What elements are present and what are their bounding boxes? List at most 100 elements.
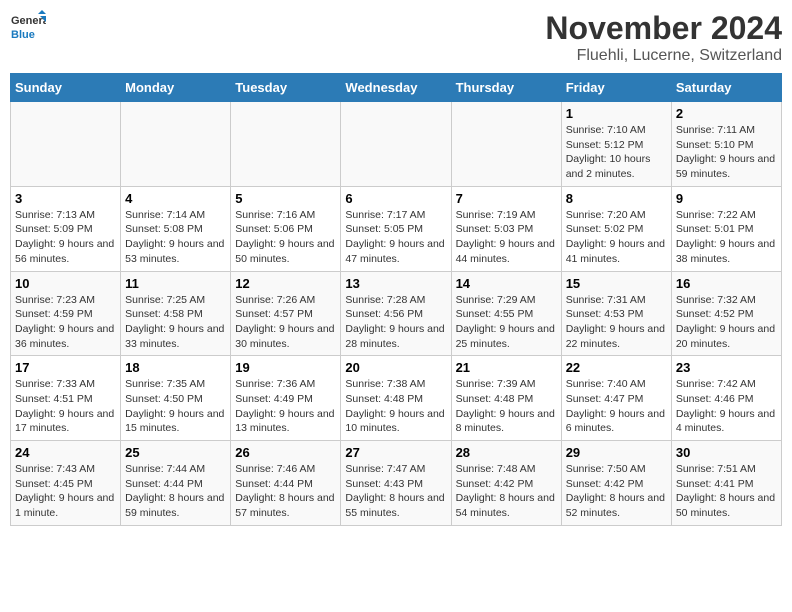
day-info: Sunrise: 7:16 AM Sunset: 5:06 PM Dayligh… [235, 208, 336, 267]
calendar-cell: 23Sunrise: 7:42 AM Sunset: 4:46 PM Dayli… [671, 356, 781, 441]
calendar-cell: 22 Sunrise: 7:40 AM Sunset: 4:47 PM Dayli… [561, 356, 671, 441]
calendar-header: SundayMondayTuesdayWednesdayThursdayFrid… [11, 74, 782, 102]
day-info: Sunrise: 7:11 AM Sunset: 5:10 PM Dayligh… [676, 123, 777, 182]
svg-text:Blue: Blue [11, 29, 35, 41]
day-number: 9 [676, 191, 777, 206]
day-number: 19 [235, 360, 336, 375]
calendar-cell: 26 Sunrise: 7:46 AM Sunset: 4:44 PM Dayli… [231, 441, 341, 526]
day-number: 15 [566, 276, 667, 291]
calendar-cell: 4 Sunrise: 7:14 AM Sunset: 5:08 PM Daylig… [121, 186, 231, 271]
calendar-cell: 30 Sunrise: 7:51 AM Sunset: 4:41 PM Dayli… [671, 441, 781, 526]
day-number: 25 [125, 445, 226, 460]
day-info: Sunrise: 7:25 AM Sunset: 4:58 PM Dayligh… [125, 293, 226, 352]
calendar-week-1: 3Sunrise: 7:13 AM Sunset: 5:09 PM Daylig… [11, 186, 782, 271]
calendar-cell [231, 102, 341, 187]
weekday-header-tuesday: Tuesday [231, 74, 341, 102]
calendar-cell: 16Sunrise: 7:32 AM Sunset: 4:52 PM Dayli… [671, 271, 781, 356]
day-number: 29 [566, 445, 667, 460]
day-info: Sunrise: 7:46 AM Sunset: 4:44 PM Dayligh… [235, 462, 336, 521]
svg-text:General: General [11, 15, 46, 27]
calendar-cell: 17 Sunrise: 7:33 AM Sunset: 4:51 PM Dayli… [11, 356, 121, 441]
day-number: 24 [15, 445, 116, 460]
calendar-cell: 28 Sunrise: 7:48 AM Sunset: 4:42 PM Dayli… [451, 441, 561, 526]
weekday-header-row: SundayMondayTuesdayWednesdayThursdayFrid… [11, 74, 782, 102]
calendar-cell: 24 Sunrise: 7:43 AM Sunset: 4:45 PM Dayli… [11, 441, 121, 526]
day-number: 30 [676, 445, 777, 460]
calendar-cell: 2 Sunrise: 7:11 AM Sunset: 5:10 PM Daylig… [671, 102, 781, 187]
day-info: Sunrise: 7:26 AM Sunset: 4:57 PM Dayligh… [235, 293, 336, 352]
day-number: 17 [15, 360, 116, 375]
calendar-cell [451, 102, 561, 187]
calendar-table: SundayMondayTuesdayWednesdayThursdayFrid… [10, 73, 782, 526]
calendar-cell: 14Sunrise: 7:29 AM Sunset: 4:55 PM Dayli… [451, 271, 561, 356]
day-number: 14 [456, 276, 557, 291]
calendar-week-2: 10 Sunrise: 7:23 AM Sunset: 4:59 PM Dayli… [11, 271, 782, 356]
weekday-header-thursday: Thursday [451, 74, 561, 102]
day-info: Sunrise: 7:44 AM Sunset: 4:44 PM Dayligh… [125, 462, 226, 521]
calendar-cell [11, 102, 121, 187]
calendar-cell [121, 102, 231, 187]
day-number: 21 [456, 360, 557, 375]
calendar-week-3: 17 Sunrise: 7:33 AM Sunset: 4:51 PM Dayli… [11, 356, 782, 441]
day-info: Sunrise: 7:51 AM Sunset: 4:41 PM Dayligh… [676, 462, 777, 521]
calendar-cell: 6 Sunrise: 7:17 AM Sunset: 5:05 PM Daylig… [341, 186, 451, 271]
day-info: Sunrise: 7:33 AM Sunset: 4:51 PM Dayligh… [15, 377, 116, 436]
day-number: 23 [676, 360, 777, 375]
day-number: 20 [345, 360, 446, 375]
day-number: 4 [125, 191, 226, 206]
day-info: Sunrise: 7:14 AM Sunset: 5:08 PM Dayligh… [125, 208, 226, 267]
calendar-week-4: 24 Sunrise: 7:43 AM Sunset: 4:45 PM Dayli… [11, 441, 782, 526]
day-number: 6 [345, 191, 446, 206]
calendar-cell: 25 Sunrise: 7:44 AM Sunset: 4:44 PM Dayli… [121, 441, 231, 526]
calendar-cell: 10 Sunrise: 7:23 AM Sunset: 4:59 PM Dayli… [11, 271, 121, 356]
day-info: Sunrise: 7:17 AM Sunset: 5:05 PM Dayligh… [345, 208, 446, 267]
day-info: Sunrise: 7:10 AM Sunset: 5:12 PM Dayligh… [566, 123, 667, 182]
day-number: 26 [235, 445, 336, 460]
day-number: 8 [566, 191, 667, 206]
day-info: Sunrise: 7:20 AM Sunset: 5:02 PM Dayligh… [566, 208, 667, 267]
day-number: 12 [235, 276, 336, 291]
day-info: Sunrise: 7:43 AM Sunset: 4:45 PM Dayligh… [15, 462, 116, 521]
calendar-cell: 11 Sunrise: 7:25 AM Sunset: 4:58 PM Dayli… [121, 271, 231, 356]
logo: General Blue [10, 10, 46, 46]
calendar-week-0: 1 Sunrise: 7:10 AM Sunset: 5:12 PM Daylig… [11, 102, 782, 187]
day-number: 13 [345, 276, 446, 291]
day-number: 7 [456, 191, 557, 206]
title-area: November 2024 Fluehli, Lucerne, Switzerl… [545, 10, 782, 65]
calendar-cell: 21 Sunrise: 7:39 AM Sunset: 4:48 PM Dayli… [451, 356, 561, 441]
day-info: Sunrise: 7:40 AM Sunset: 4:47 PM Dayligh… [566, 377, 667, 436]
calendar-cell: 19Sunrise: 7:36 AM Sunset: 4:49 PM Dayli… [231, 356, 341, 441]
calendar-cell: 8 Sunrise: 7:20 AM Sunset: 5:02 PM Daylig… [561, 186, 671, 271]
weekday-header-saturday: Saturday [671, 74, 781, 102]
day-number: 1 [566, 106, 667, 121]
logo-svg: General Blue [10, 10, 46, 46]
calendar-cell: 7 Sunrise: 7:19 AM Sunset: 5:03 PM Daylig… [451, 186, 561, 271]
calendar-cell: 18Sunrise: 7:35 AM Sunset: 4:50 PM Dayli… [121, 356, 231, 441]
day-info: Sunrise: 7:50 AM Sunset: 4:42 PM Dayligh… [566, 462, 667, 521]
day-info: Sunrise: 7:23 AM Sunset: 4:59 PM Dayligh… [15, 293, 116, 352]
calendar-cell: 5Sunrise: 7:16 AM Sunset: 5:06 PM Daylig… [231, 186, 341, 271]
day-info: Sunrise: 7:35 AM Sunset: 4:50 PM Dayligh… [125, 377, 226, 436]
header: General Blue November 2024 Fluehli, Luce… [10, 10, 782, 65]
weekday-header-monday: Monday [121, 74, 231, 102]
day-info: Sunrise: 7:31 AM Sunset: 4:53 PM Dayligh… [566, 293, 667, 352]
day-number: 11 [125, 276, 226, 291]
day-info: Sunrise: 7:19 AM Sunset: 5:03 PM Dayligh… [456, 208, 557, 267]
day-number: 27 [345, 445, 446, 460]
calendar-cell: 15 Sunrise: 7:31 AM Sunset: 4:53 PM Dayli… [561, 271, 671, 356]
day-info: Sunrise: 7:39 AM Sunset: 4:48 PM Dayligh… [456, 377, 557, 436]
calendar-cell: 27 Sunrise: 7:47 AM Sunset: 4:43 PM Dayli… [341, 441, 451, 526]
day-number: 3 [15, 191, 116, 206]
day-number: 16 [676, 276, 777, 291]
day-info: Sunrise: 7:47 AM Sunset: 4:43 PM Dayligh… [345, 462, 446, 521]
day-number: 28 [456, 445, 557, 460]
calendar-cell [341, 102, 451, 187]
calendar-cell: 12 Sunrise: 7:26 AM Sunset: 4:57 PM Dayli… [231, 271, 341, 356]
day-number: 10 [15, 276, 116, 291]
calendar-cell: 3Sunrise: 7:13 AM Sunset: 5:09 PM Daylig… [11, 186, 121, 271]
day-info: Sunrise: 7:48 AM Sunset: 4:42 PM Dayligh… [456, 462, 557, 521]
calendar-cell: 9Sunrise: 7:22 AM Sunset: 5:01 PM Daylig… [671, 186, 781, 271]
day-number: 22 [566, 360, 667, 375]
day-number: 2 [676, 106, 777, 121]
calendar-cell: 1 Sunrise: 7:10 AM Sunset: 5:12 PM Daylig… [561, 102, 671, 187]
